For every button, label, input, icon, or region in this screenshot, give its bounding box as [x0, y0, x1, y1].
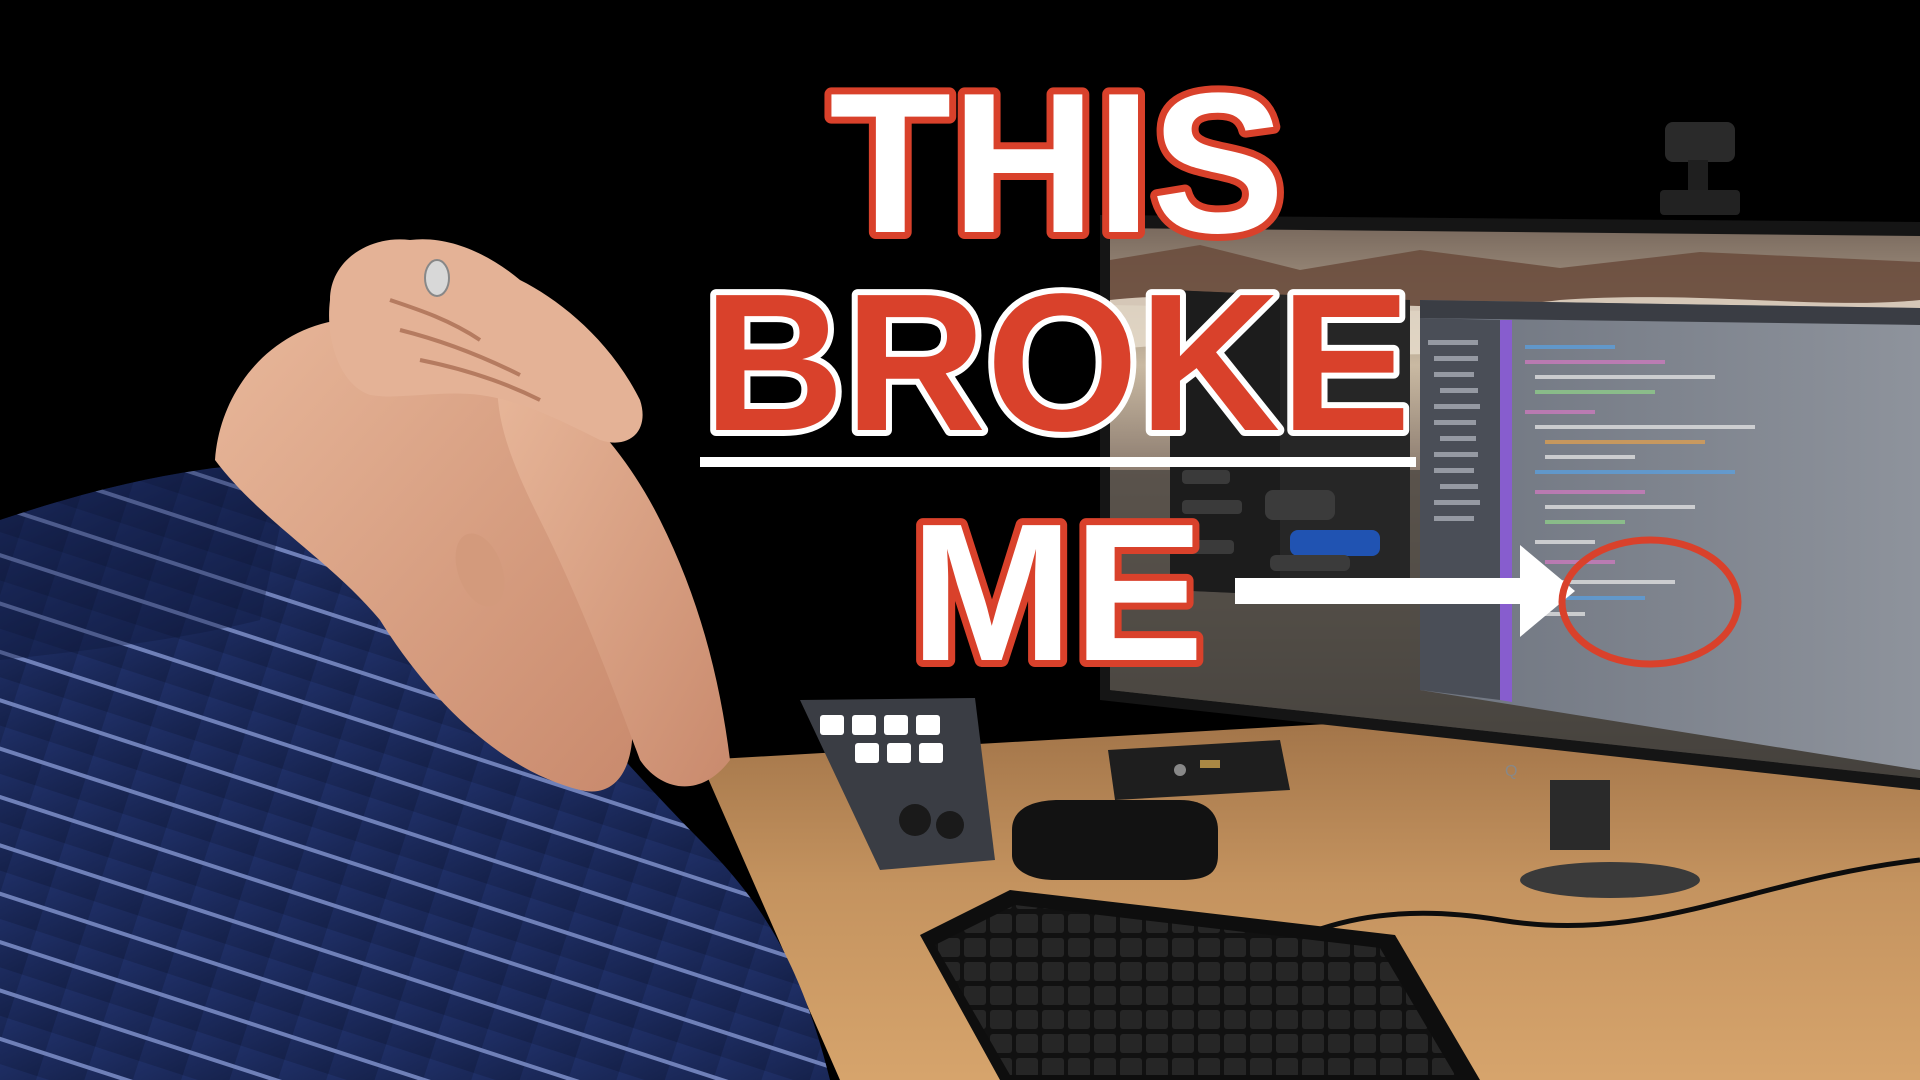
- webcam: [1660, 122, 1740, 215]
- desk-device: [1108, 740, 1290, 800]
- usb-hub: [1012, 800, 1218, 880]
- monitor-brand: Q: [1505, 763, 1517, 780]
- code-editor-window: [1420, 300, 1920, 770]
- monitor-stand: [1550, 780, 1610, 850]
- messages-window: [1170, 290, 1410, 600]
- thumbnail-scene: Q: [0, 122, 1920, 1080]
- person: [0, 239, 830, 1080]
